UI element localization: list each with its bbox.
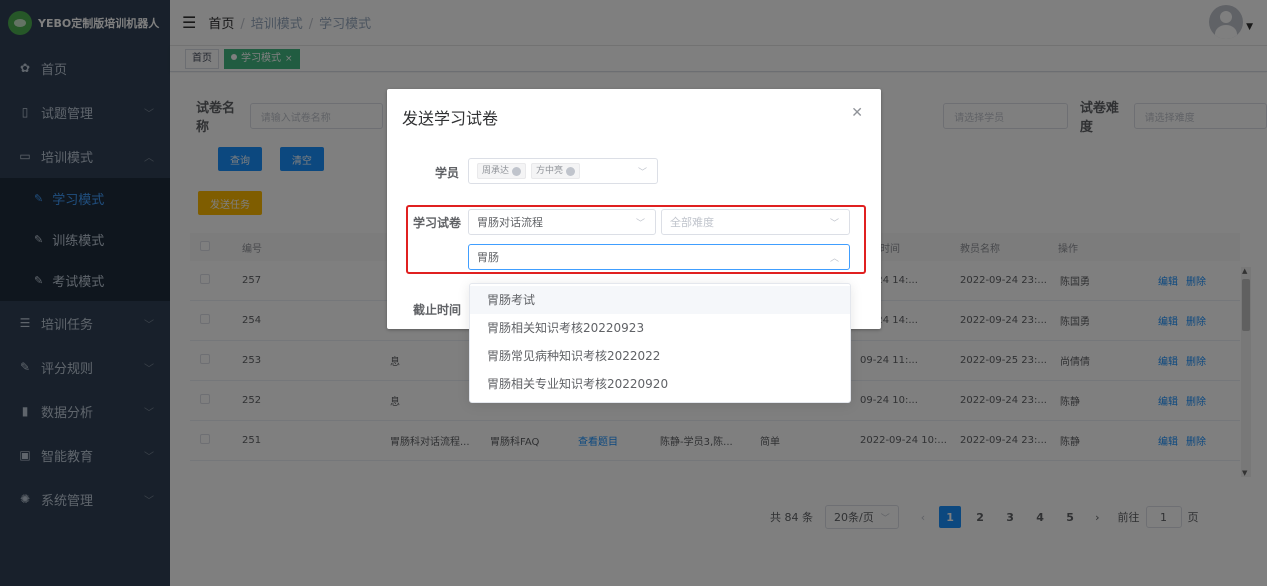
student-multiselect[interactable]: 周承达 方中亮 ﹀ <box>468 158 658 184</box>
paper-options-dropdown: 胃肠考试 胃肠相关知识考核20220923 胃肠常见病种知识考核2022022 … <box>469 283 851 403</box>
dialog-title: 发送学习试卷 <box>402 109 499 128</box>
paper-option[interactable]: 胃肠考试 <box>470 286 850 314</box>
paper-option[interactable]: 胃肠相关专业知识考核20220920 <box>470 370 850 398</box>
paper-option[interactable]: 胃肠相关知识考核20220923 <box>470 314 850 342</box>
student-chip: 周承达 <box>477 163 527 179</box>
remove-chip-icon[interactable] <box>512 166 522 176</box>
close-icon[interactable]: ✕ <box>851 105 863 121</box>
student-chip: 方中亮 <box>531 163 581 179</box>
deadline-label: 截止时间 <box>413 303 462 317</box>
remove-chip-icon[interactable] <box>566 166 576 176</box>
chevron-down-icon: ﹀ <box>637 168 647 178</box>
student-label: 学员 <box>435 166 460 180</box>
paper-option[interactable]: 胃肠常见病种知识考核2022022 <box>470 342 850 370</box>
highlight-frame <box>406 205 866 274</box>
